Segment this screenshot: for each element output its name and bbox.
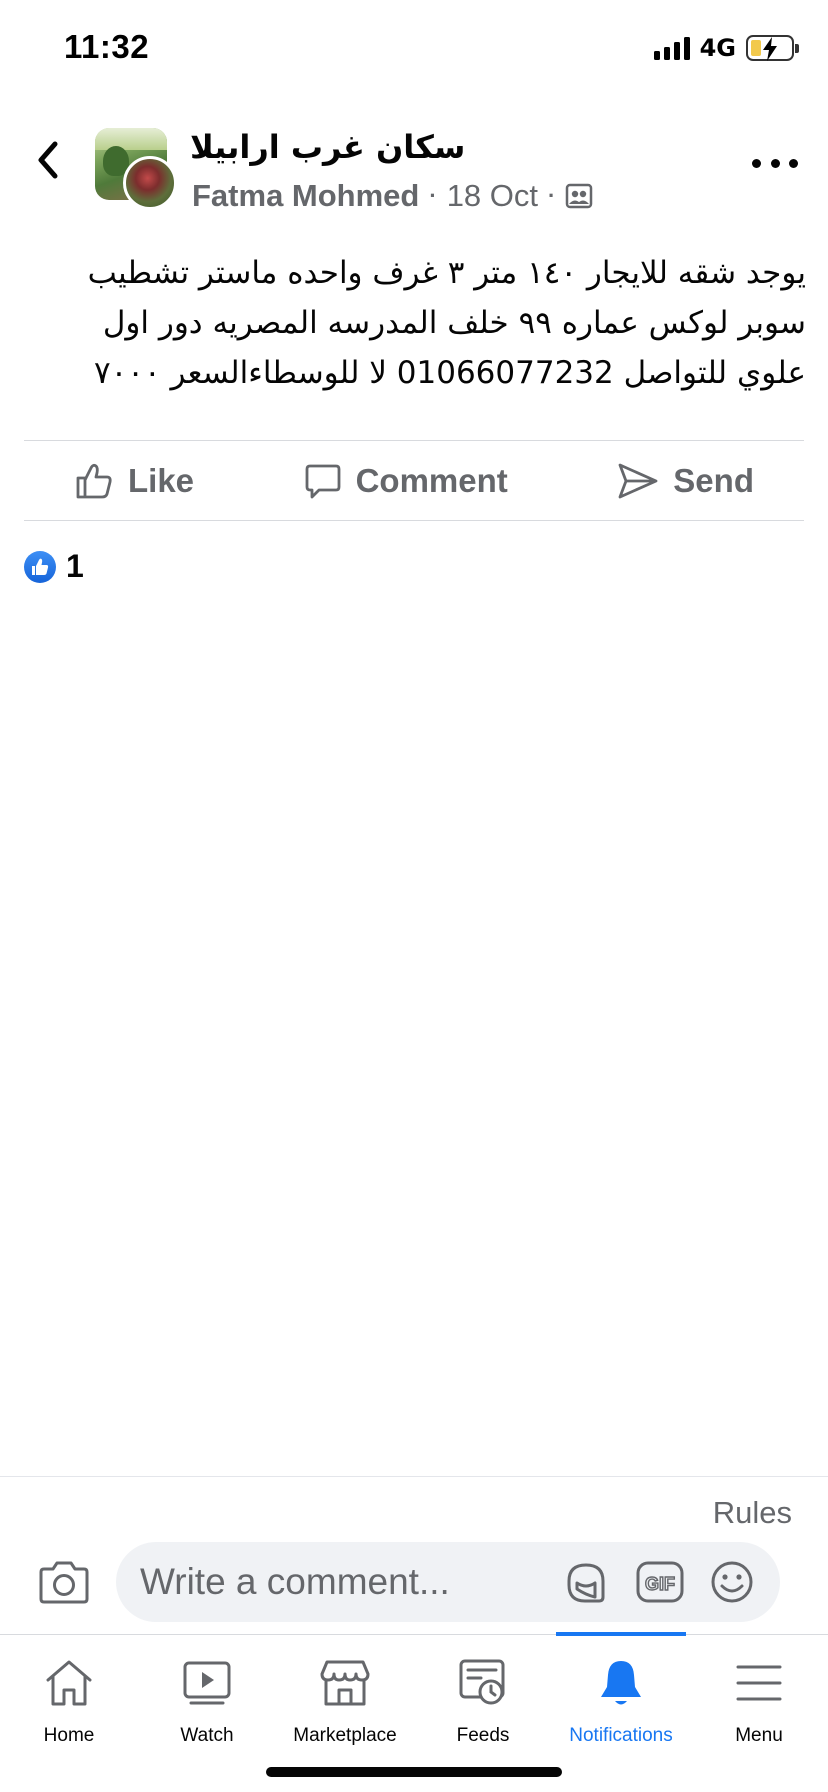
tab-label: Marketplace bbox=[293, 1725, 397, 1746]
gif-icon: GIF bbox=[636, 1561, 684, 1603]
post-text: يوجد شقه للايجار ١٤٠ متر ٣ غرف واحده ماس… bbox=[87, 255, 806, 391]
send-button[interactable]: Send bbox=[597, 461, 774, 501]
send-icon bbox=[618, 463, 658, 499]
tab-label: Menu bbox=[735, 1725, 783, 1746]
meta-separator: · bbox=[548, 183, 556, 208]
chevron-left-icon bbox=[38, 141, 58, 179]
reaction-summary[interactable]: 1 bbox=[24, 548, 84, 585]
emoji-icon bbox=[711, 1561, 753, 1603]
post-header: سكان غرب ارابيلا Fatma Mohmed · 18 Oct · bbox=[0, 120, 828, 220]
home-icon bbox=[41, 1655, 97, 1711]
comment-box: GIF bbox=[116, 1542, 780, 1622]
post-date[interactable]: 18 Oct bbox=[447, 178, 538, 214]
like-label: Like bbox=[128, 462, 195, 499]
comment-label: Comment bbox=[355, 462, 508, 499]
tab-label: Home bbox=[43, 1725, 95, 1746]
author-name[interactable]: Fatma Mohmed bbox=[192, 178, 419, 214]
like-reaction-icon bbox=[24, 550, 56, 583]
tab-menu[interactable]: Menu bbox=[690, 1635, 828, 1792]
tab-watch[interactable]: Watch bbox=[138, 1635, 276, 1792]
gif-button[interactable]: GIF bbox=[636, 1558, 684, 1606]
status-time: 11:32 bbox=[64, 28, 150, 65]
status-bar: 11:32 4G bbox=[0, 0, 828, 100]
sticker-icon bbox=[567, 1563, 605, 1603]
avatar-group[interactable] bbox=[95, 128, 177, 210]
tab-label: Feeds bbox=[456, 1725, 510, 1746]
comment-composer: Rules GIF bbox=[0, 1476, 828, 1632]
members-icon bbox=[565, 182, 593, 210]
divider bbox=[24, 520, 804, 521]
feeds-icon bbox=[455, 1655, 511, 1711]
svg-text:GIF: GIF bbox=[645, 1574, 675, 1594]
like-button[interactable]: Like bbox=[54, 461, 214, 501]
back-button[interactable] bbox=[30, 138, 66, 182]
post-meta: Fatma Mohmed · 18 Oct · bbox=[192, 178, 593, 214]
menu-icon bbox=[731, 1655, 787, 1711]
send-label: Send bbox=[673, 462, 754, 499]
marketplace-icon bbox=[317, 1655, 373, 1711]
signal-icon bbox=[653, 36, 690, 60]
comment-button[interactable]: Comment bbox=[284, 462, 528, 500]
status-indicators: 4G bbox=[653, 34, 799, 62]
tab-label: Notifications bbox=[569, 1725, 673, 1746]
more-options-button[interactable] bbox=[752, 148, 798, 178]
meta-separator: · bbox=[429, 183, 437, 208]
rules-link[interactable]: Rules bbox=[713, 1495, 792, 1531]
bell-icon bbox=[593, 1655, 649, 1711]
thumbs-up-icon bbox=[76, 463, 112, 499]
tab-label: Watch bbox=[180, 1725, 234, 1746]
camera-icon bbox=[39, 1561, 89, 1604]
tab-home[interactable]: Home bbox=[0, 1635, 138, 1792]
group-name[interactable]: سكان غرب ارابيلا bbox=[190, 128, 465, 166]
network-label: 4G bbox=[699, 34, 736, 62]
battery-icon bbox=[746, 35, 799, 61]
camera-button[interactable] bbox=[38, 1559, 90, 1605]
home-indicator bbox=[266, 1767, 562, 1777]
divider bbox=[24, 440, 804, 441]
tab-notifications[interactable]: Notifications bbox=[552, 1632, 690, 1792]
emoji-button[interactable] bbox=[708, 1558, 756, 1606]
watch-icon bbox=[179, 1655, 235, 1711]
comment-icon bbox=[305, 464, 340, 499]
comment-input[interactable] bbox=[140, 1542, 520, 1622]
reaction-count: 1 bbox=[66, 548, 84, 584]
author-avatar[interactable] bbox=[123, 156, 177, 210]
post-action-bar: Like Comment Send bbox=[24, 442, 804, 520]
sticker-button[interactable] bbox=[562, 1558, 610, 1606]
